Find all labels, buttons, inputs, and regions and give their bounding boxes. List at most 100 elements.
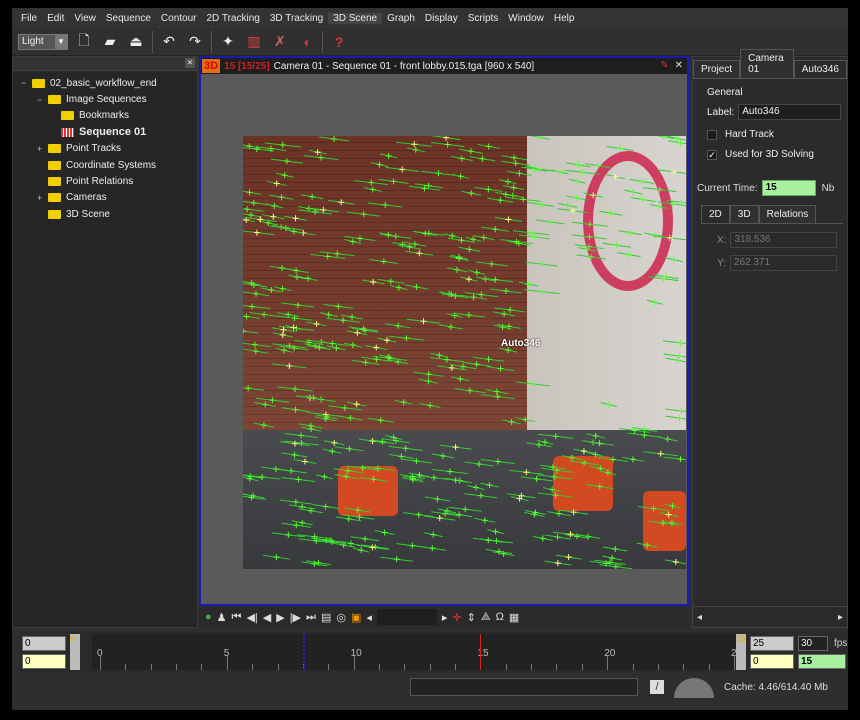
pingpong-icon[interactable]: ▣ <box>351 611 361 624</box>
menu-contour[interactable]: Contour <box>156 13 202 24</box>
menu-display[interactable]: Display <box>420 13 463 24</box>
used-3d-solving-checkbox[interactable]: ✓ <box>707 149 717 160</box>
pen-icon[interactable]: / <box>650 680 664 694</box>
menu-window[interactable]: Window <box>503 13 549 24</box>
menu-scripts[interactable]: Scripts <box>463 13 504 24</box>
range-end-input[interactable]: 0 <box>750 654 794 669</box>
magic-wand-icon[interactable]: ✦ <box>218 32 238 52</box>
menu-3d-tracking[interactable]: 3D Tracking <box>265 13 328 24</box>
end-frame-input[interactable]: 25 <box>750 636 794 651</box>
track-point <box>243 290 270 297</box>
track-point <box>665 357 686 364</box>
help-icon[interactable]: ? <box>329 32 349 52</box>
x-input[interactable]: 318.536 <box>730 232 837 248</box>
range-end-handle[interactable]: 25 <box>736 634 746 670</box>
menu-graph[interactable]: Graph <box>382 13 420 24</box>
menu-sequence[interactable]: Sequence <box>101 13 156 24</box>
export-icon[interactable]: ▤ <box>321 611 331 624</box>
track-point <box>450 155 473 162</box>
color-wheel-icon[interactable]: ● <box>205 611 212 623</box>
timeline-tick-label: 20 <box>604 648 616 659</box>
menu-file[interactable]: File <box>16 13 42 24</box>
tree-item-sequence-01[interactable]: Sequence 01 <box>21 124 197 140</box>
magnet-icon[interactable]: ◖ <box>296 32 316 52</box>
track-point <box>624 188 643 195</box>
undo-icon[interactable]: ↶ <box>159 32 179 52</box>
menu-3d-scene[interactable]: 3D Scene <box>328 12 383 24</box>
move-icon[interactable]: ✛ <box>452 611 461 624</box>
tab-3d[interactable]: 3D <box>729 205 759 223</box>
tree-item-coordinate-systems[interactable]: Coordinate Systems <box>21 157 197 173</box>
tab-project[interactable]: Project <box>693 60 741 78</box>
rotate-icon[interactable]: ⟁ <box>481 611 491 624</box>
track-point <box>481 393 515 400</box>
track-point <box>557 207 588 214</box>
save-icon[interactable]: ⏏ <box>126 32 146 52</box>
orbit-icon[interactable]: Ω <box>496 611 504 623</box>
tab-2d[interactable]: 2D <box>701 205 730 223</box>
menu-edit[interactable]: Edit <box>42 13 69 24</box>
prev-key-icon[interactable]: ◀| <box>246 611 257 624</box>
menu-view[interactable]: View <box>69 13 101 24</box>
sequence-frame-image[interactable]: Auto346 <box>243 136 686 569</box>
loop-icon[interactable]: ◎ <box>336 611 346 624</box>
tree-item-bookmarks[interactable]: Bookmarks <box>21 108 197 124</box>
tree-item-root[interactable]: − 02_basic_workflow_end <box>21 75 197 91</box>
grid-icon[interactable]: ▦ <box>509 611 519 624</box>
track-point <box>518 281 539 288</box>
collapse-icon[interactable]: − <box>21 78 29 88</box>
film-strip-icon[interactable]: ▥ <box>244 32 264 52</box>
expand-icon[interactable]: + <box>37 144 45 154</box>
current-frame-input[interactable]: 15 <box>798 654 846 669</box>
track-point <box>431 136 461 141</box>
track-point <box>606 145 634 152</box>
tree-item-point-tracks[interactable]: + Point Tracks <box>21 141 197 157</box>
new-file-icon[interactable]: 🗋 <box>74 32 94 52</box>
scroll-left-icon[interactable]: ◂ <box>366 611 372 624</box>
step-back-icon[interactable]: ◀ <box>263 611 271 624</box>
track-icon[interactable]: ✗ <box>270 32 290 52</box>
range-start-handle[interactable]: 0 <box>70 634 80 670</box>
current-time-input[interactable]: 15 <box>761 180 816 196</box>
open-folder-icon[interactable]: ▰ <box>100 32 120 52</box>
tab-relations[interactable]: Relations <box>758 205 817 223</box>
menu-help[interactable]: Help <box>549 13 580 24</box>
hard-track-checkbox[interactable] <box>707 129 717 140</box>
fps-input[interactable]: 30 <box>798 636 828 651</box>
tree-item-3d-scene[interactable]: 3D Scene <box>21 206 197 222</box>
label-input[interactable]: Auto346 <box>738 104 841 120</box>
person-icon[interactable]: ♟ <box>217 611 227 624</box>
tree-item-image-sequences[interactable]: − Image Sequences <box>21 91 197 107</box>
expand-icon[interactable]: + <box>37 193 45 203</box>
keyframe-marker[interactable] <box>302 634 305 670</box>
close-icon[interactable]: ✕ <box>675 60 683 71</box>
track-point <box>281 451 308 458</box>
mode-select[interactable]: Light ▼ <box>18 33 68 50</box>
tree-item-cameras[interactable]: + Cameras <box>21 190 197 206</box>
range-start-input[interactable]: 0 <box>22 654 66 669</box>
start-frame-input[interactable]: 0 <box>22 636 66 651</box>
image-viewer[interactable]: 3D 15 [15/25] Camera 01 - Sequence 01 - … <box>199 56 689 606</box>
tab-camera-01[interactable]: Camera 01 <box>740 49 794 78</box>
first-frame-icon[interactable]: ⏮ <box>232 611 242 624</box>
menu-2d-tracking[interactable]: 2D Tracking <box>201 13 264 24</box>
properties-scrollbar[interactable]: ◂ ▸ <box>692 606 848 628</box>
last-frame-icon[interactable]: ⏭ <box>306 611 316 624</box>
scroll-right-icon[interactable]: ▸ <box>442 611 448 624</box>
y-input[interactable]: 262.371 <box>729 255 837 271</box>
track-point <box>299 422 323 429</box>
scroll-right-icon[interactable]: ▸ <box>838 612 843 623</box>
zoom-slider[interactable] <box>376 609 437 625</box>
tree-item-point-relations[interactable]: Point Relations <box>21 173 197 189</box>
play-icon[interactable]: ▶ <box>276 611 284 624</box>
timeline-ruler[interactable]: 0510152025 <box>92 634 742 670</box>
collapse-icon[interactable]: − <box>37 95 45 105</box>
current-frame-marker[interactable] <box>480 634 482 670</box>
step-forward-icon[interactable]: |▶ <box>290 611 301 624</box>
close-icon[interactable]: × <box>185 58 195 68</box>
scroll-left-icon[interactable]: ◂ <box>697 612 702 623</box>
move-vertical-icon[interactable]: ⇕ <box>467 611 476 624</box>
tab-auto346[interactable]: Auto346 <box>793 60 847 78</box>
redo-icon[interactable]: ↷ <box>185 32 205 52</box>
pin-icon[interactable]: ✎ <box>660 60 668 71</box>
